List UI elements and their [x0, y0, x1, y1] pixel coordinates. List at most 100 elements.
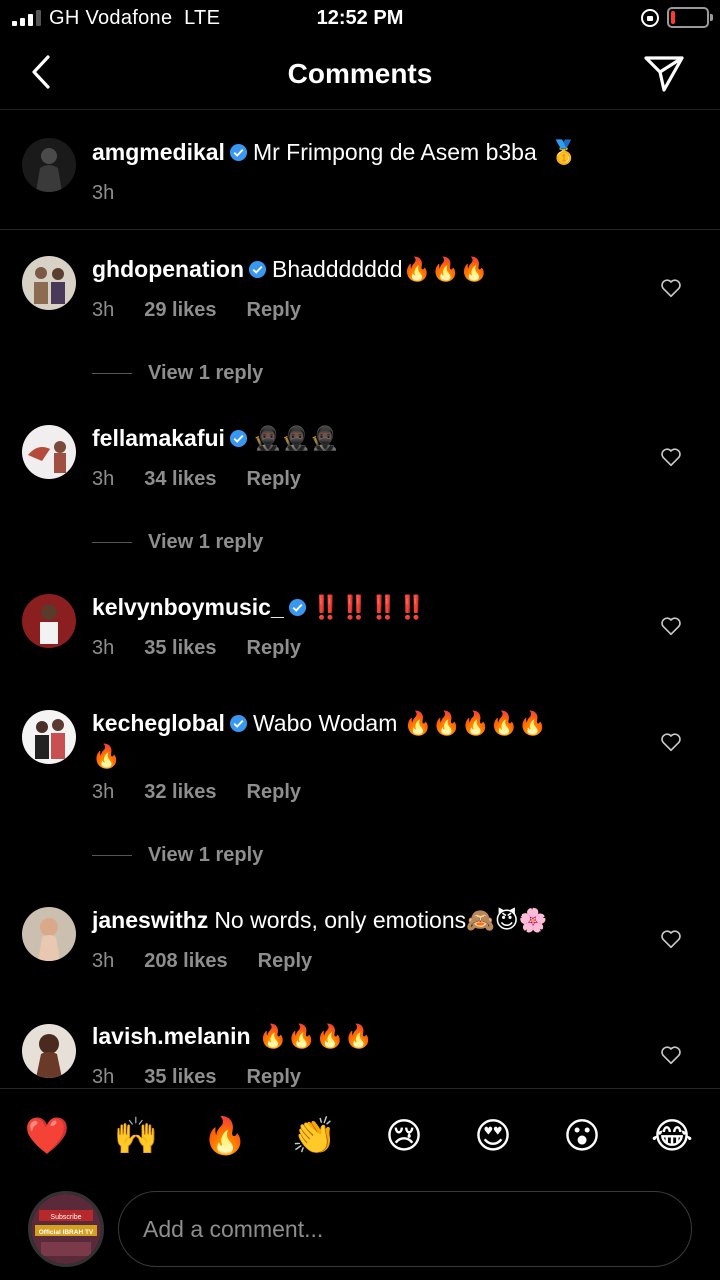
view-replies-button[interactable]: View 1 reply: [92, 362, 263, 385]
heart-icon: [661, 733, 681, 752]
comment-composer: ❤️ 🙌 🔥 👏 😢 😍 😮 😂 Subscribe Official IBRA…: [0, 1088, 720, 1280]
timestamp: 3h: [92, 781, 115, 803]
caption-text: Mr Frimpong de Asem b3ba: [252, 139, 537, 165]
comment-text: Wabo Wodam 🔥🔥🔥🔥🔥: [252, 710, 547, 736]
svg-text:Official IBRAH TV: Official IBRAH TV: [39, 1229, 94, 1236]
send-icon: [644, 56, 684, 92]
reaction-crying-button[interactable]: 😢: [381, 1113, 427, 1159]
timestamp: 3h: [92, 637, 115, 659]
comment-meta: 3h 29 likes Reply: [92, 299, 301, 322]
reply-button[interactable]: Reply: [247, 299, 301, 322]
view-replies-label: View 1 reply: [148, 531, 264, 553]
likes-count[interactable]: 34 likes: [144, 468, 216, 491]
comment-text: 🥷🏿🥷🏿🥷🏿: [252, 425, 339, 451]
share-button[interactable]: [640, 52, 688, 96]
comment-text-line: lavish.melanin 🔥🔥🔥🔥: [92, 1020, 632, 1053]
view-replies-button[interactable]: View 1 reply: [92, 844, 263, 867]
like-button[interactable]: [660, 731, 682, 753]
heart-icon: [661, 1046, 681, 1065]
timestamp: 3h: [92, 299, 115, 321]
comment-text-line: kecheglobal Wabo Wodam 🔥🔥🔥🔥🔥 🔥: [92, 707, 632, 773]
battery-icon: [667, 7, 713, 28]
divider-line: [92, 542, 132, 543]
chevron-left-icon: [32, 55, 50, 89]
username[interactable]: kecheglobal: [92, 710, 225, 736]
verified-badge-icon: [229, 714, 247, 733]
comment-text: Bhaddddddd🔥🔥🔥: [272, 256, 489, 282]
verified-badge-icon: [288, 598, 306, 617]
view-replies-button[interactable]: View 1 reply: [92, 531, 263, 554]
reaction-fire-button[interactable]: 🔥: [202, 1113, 248, 1159]
avatar[interactable]: [22, 710, 76, 764]
avatar[interactable]: [22, 907, 76, 961]
username[interactable]: amgmedikal: [92, 139, 225, 165]
timestamp: 3h: [92, 950, 115, 972]
like-button[interactable]: [660, 277, 682, 299]
comment-meta: 3h 35 likes Reply: [92, 1066, 301, 1089]
avatar[interactable]: [22, 425, 76, 479]
caption-text-line: amgmedikal Mr Frimpong de Asem b3ba 🥇: [92, 136, 632, 169]
reaction-raised-hands-button[interactable]: 🙌: [113, 1113, 159, 1159]
heart-icon: [661, 617, 681, 636]
comment-meta: 3h 32 likes Reply: [92, 781, 301, 804]
verified-badge-icon: [229, 429, 248, 448]
quick-reactions-bar: ❤️ 🙌 🔥 👏 😢 😍 😮 😂: [0, 1113, 720, 1163]
comment-meta: 3h 34 likes Reply: [92, 468, 301, 491]
comment-text-line: fellamakafui 🥷🏿🥷🏿🥷🏿: [92, 422, 632, 455]
comment-input[interactable]: [118, 1191, 692, 1267]
comment-meta: 3h 208 likes Reply: [92, 950, 312, 973]
comment-text-continued: 🔥: [92, 743, 121, 769]
comment-meta: 3h 35 likes Reply: [92, 637, 301, 660]
status-time: 12:52 PM: [316, 7, 404, 29]
timestamp: 3h: [92, 1066, 115, 1088]
heart-icon: [661, 448, 681, 467]
reaction-laughing-button[interactable]: 😂: [649, 1113, 695, 1159]
reaction-heart-eyes-button[interactable]: 😍: [470, 1113, 516, 1159]
status-bar: GH Vodafone LTE 12:52 PM: [0, 0, 720, 38]
likes-count[interactable]: 35 likes: [144, 1066, 216, 1089]
reaction-heart-button[interactable]: ❤️: [24, 1113, 70, 1159]
username[interactable]: ghdopenation: [92, 256, 244, 282]
page-title: Comments: [287, 58, 433, 89]
likes-count[interactable]: 32 likes: [144, 781, 216, 804]
back-button[interactable]: [24, 52, 64, 92]
view-replies-label: View 1 reply: [148, 362, 264, 384]
battery-level: [671, 11, 675, 24]
timestamp: 3h: [92, 182, 115, 204]
comment-text-line: janeswithz No words, only emotions🙈😈🌸: [92, 904, 632, 937]
heart-icon: [661, 279, 681, 298]
view-replies-label: View 1 reply: [148, 844, 264, 866]
verified-badge-icon: [229, 143, 248, 162]
username[interactable]: janeswithz: [92, 907, 208, 933]
likes-count[interactable]: 29 likes: [144, 299, 216, 322]
avatar[interactable]: [22, 256, 76, 310]
rotation-lock-icon: [641, 9, 659, 27]
likes-count[interactable]: 35 likes: [144, 637, 216, 660]
verified-badge-icon: [248, 260, 267, 279]
comment-text-line: kelvynboymusic_ ‼️‼️‼️‼️: [92, 591, 632, 624]
username[interactable]: lavish.melanin: [92, 1023, 251, 1049]
likes-count[interactable]: 208 likes: [144, 950, 227, 973]
username[interactable]: kelvynboymusic_: [92, 594, 284, 620]
reply-button[interactable]: Reply: [247, 637, 301, 660]
reaction-clap-button[interactable]: 👏: [291, 1113, 337, 1159]
comment-text: 🔥🔥🔥🔥: [258, 1023, 374, 1049]
caption-meta: 3h: [92, 182, 114, 205]
reply-button[interactable]: Reply: [247, 781, 301, 804]
avatar[interactable]: [22, 1024, 76, 1078]
like-button[interactable]: [660, 1044, 682, 1066]
divider-line: [92, 373, 132, 374]
reaction-surprised-button[interactable]: 😮: [559, 1113, 605, 1159]
like-button[interactable]: [660, 928, 682, 950]
reply-button[interactable]: Reply: [258, 950, 312, 973]
comment-text-line: ghdopenation Bhaddddddd🔥🔥🔥: [92, 253, 632, 286]
like-button[interactable]: [660, 446, 682, 468]
username[interactable]: fellamakafui: [92, 425, 225, 451]
post-caption: amgmedikal Mr Frimpong de Asem b3ba 🥇 3h: [0, 112, 720, 230]
like-button[interactable]: [660, 615, 682, 637]
reply-button[interactable]: Reply: [247, 1066, 301, 1089]
avatar[interactable]: [22, 594, 76, 648]
current-user-avatar: Subscribe Official IBRAH TV: [28, 1191, 104, 1267]
avatar[interactable]: [22, 138, 76, 192]
reply-button[interactable]: Reply: [247, 468, 301, 491]
